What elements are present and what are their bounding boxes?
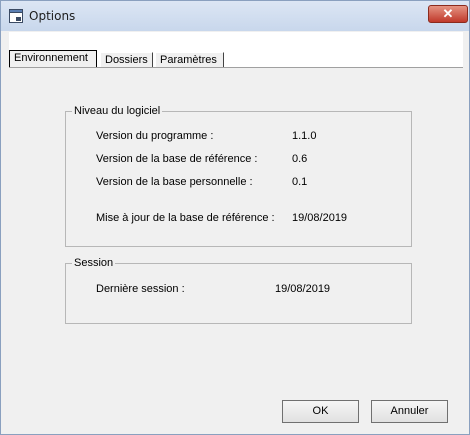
tab-label: Environnement: [14, 52, 88, 64]
reference-db-update-label: Mise à jour de la base de référence :: [96, 212, 275, 224]
window-title: Options: [29, 9, 76, 23]
group-legend: Niveau du logiciel: [74, 105, 161, 117]
personal-db-version-value: 0.1: [292, 176, 308, 188]
environnement-panel: Niveau du logiciel Version du programme …: [9, 68, 463, 427]
close-icon: ✕: [442, 6, 454, 21]
last-session-label: Dernière session :: [96, 283, 185, 295]
options-dialog: Options ✕ Environnement Dossiers Paramèt…: [0, 0, 470, 435]
window-icon: [9, 9, 23, 23]
tab-label: Paramètres: [160, 54, 217, 66]
title-bar[interactable]: Options ✕: [1, 1, 469, 31]
dialog-content: Environnement Dossiers Paramètres Niveau…: [9, 32, 463, 427]
program-version-label: Version du programme :: [96, 130, 214, 142]
cancel-button[interactable]: Annuler: [371, 400, 448, 423]
reference-db-version-label: Version de la base de référence :: [96, 153, 258, 165]
group-legend: Session: [74, 257, 114, 269]
close-button[interactable]: ✕: [428, 5, 468, 23]
last-session-value: 19/08/2019: [275, 283, 331, 295]
ok-button[interactable]: OK: [282, 400, 359, 423]
tab-environnement[interactable]: Environnement: [9, 50, 97, 67]
tab-strip: Environnement Dossiers Paramètres: [9, 50, 463, 67]
personal-db-version-label: Version de la base personnelle :: [96, 176, 253, 188]
program-version-value: 1.1.0: [292, 130, 317, 142]
reference-db-update-value: 19/08/2019: [292, 212, 348, 224]
tab-parametres[interactable]: Paramètres: [155, 52, 224, 67]
tab-label: Dossiers: [105, 54, 148, 66]
reference-db-version-value: 0.6: [292, 153, 308, 165]
tab-dossiers[interactable]: Dossiers: [100, 52, 153, 67]
